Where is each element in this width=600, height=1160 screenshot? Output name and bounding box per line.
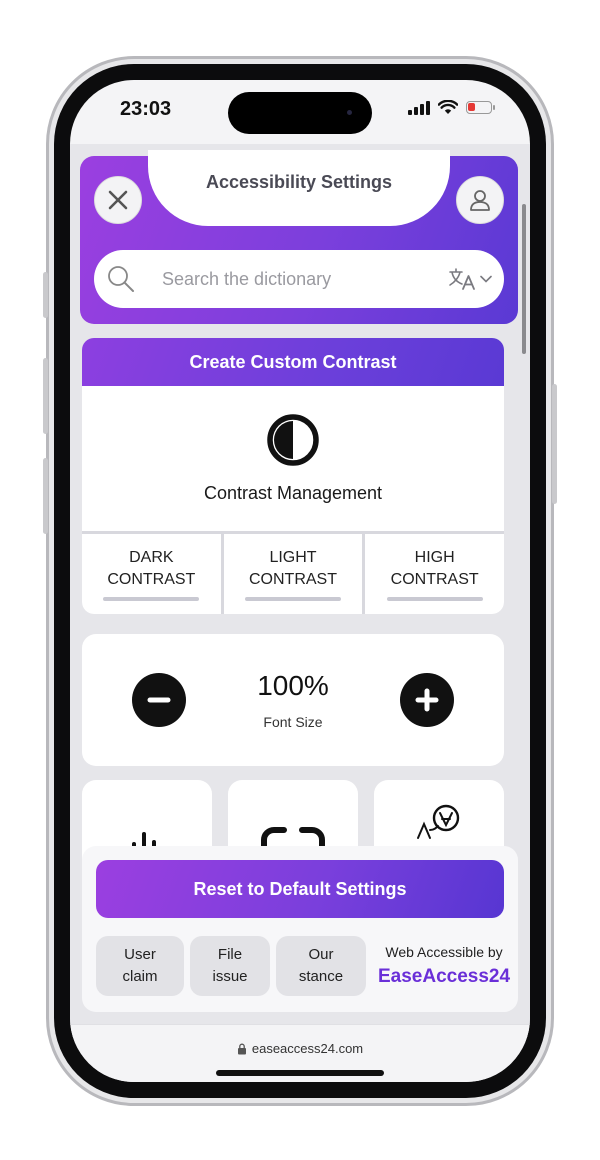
lock-icon (237, 1043, 246, 1054)
url-display: easeaccess24.com (70, 1041, 530, 1056)
high-contrast-button[interactable]: HIGH CONTRAST (365, 534, 504, 614)
create-custom-contrast-label: Create Custom Contrast (189, 351, 397, 372)
plus-icon (415, 688, 439, 712)
language-selector[interactable] (448, 267, 492, 291)
decrease-font-button[interactable] (132, 673, 186, 727)
create-custom-contrast-button[interactable]: Create Custom Contrast (82, 338, 504, 386)
file-issue-button[interactable]: File issue (190, 936, 270, 996)
our-stance-button[interactable]: Our stance (276, 936, 366, 996)
settings-header: Accessibility Settings Search the dictio… (80, 150, 518, 324)
high-contrast-label-1: HIGH (414, 549, 455, 566)
close-icon (108, 190, 128, 210)
font-size-value: 100% (257, 670, 329, 701)
header-title-tab: Accessibility Settings (148, 150, 450, 226)
dark-contrast-button[interactable]: DARK CONTRAST (82, 534, 221, 614)
footer-links: User claim File issue Our stance Web Acc… (96, 936, 510, 996)
url-text: easeaccess24.com (251, 1041, 364, 1056)
contrast-management-label: Contrast Management (203, 483, 383, 503)
increase-font-button[interactable] (400, 673, 454, 727)
volume-up-button (43, 358, 48, 434)
brand-link[interactable]: Web Accessible by EaseAccess24 (378, 944, 510, 988)
file-issue-label-2: issue (212, 968, 248, 985)
dynamic-island (228, 92, 372, 134)
font-size-card: 100% Font Size (82, 634, 504, 766)
font-size-label: Font Size (263, 714, 323, 730)
high-contrast-label-2: CONTRAST (390, 571, 479, 588)
accessibility-panel: Accessibility Settings Search the dictio… (70, 144, 530, 1024)
dark-contrast-label-1: DARK (129, 549, 174, 566)
search-bar[interactable]: Search the dictionary (94, 250, 504, 308)
camera-dot (347, 110, 352, 115)
minus-icon (147, 697, 171, 703)
our-stance-label-2: stance (298, 968, 344, 985)
wifi-icon (438, 100, 458, 114)
font-size-display: 100% Font Size (257, 670, 329, 730)
battery-level (468, 103, 475, 111)
contrast-icon (267, 414, 319, 466)
light-contrast-button[interactable]: LIGHT CONTRAST (223, 534, 363, 614)
high-contrast-indicator (386, 597, 483, 601)
power-button (552, 384, 557, 504)
file-issue-label-1: File (217, 946, 243, 963)
volume-down-button (43, 458, 48, 534)
user-claim-label-2: claim (122, 968, 158, 985)
mute-switch (43, 272, 48, 318)
dark-contrast-label-2: CONTRAST (107, 571, 196, 588)
contrast-card: Create Custom Contrast Contrast Manageme… (82, 338, 504, 618)
brand-tagline: Web Accessible by (385, 944, 503, 960)
our-stance-label-1: Our (308, 946, 334, 963)
light-contrast-label-2: CONTRAST (249, 571, 337, 588)
contrast-options: DARK CONTRAST LIGHT CONTRAST HIGH CONTRA… (82, 534, 504, 614)
user-icon (470, 190, 490, 211)
home-indicator[interactable] (216, 1070, 384, 1076)
reset-settings-label: Reset to Default Settings (193, 878, 407, 899)
scrollbar[interactable] (522, 204, 526, 354)
reset-settings-button[interactable]: Reset to Default Settings (96, 860, 504, 918)
page-title: Accessibility Settings (205, 171, 393, 192)
contrast-management[interactable]: Contrast Management (82, 386, 504, 534)
brand-name: EaseAccess24 (378, 966, 511, 987)
close-button[interactable] (94, 176, 142, 224)
phone-screen: 23:03 Accessibility Settings Search the … (70, 80, 530, 1082)
light-contrast-indicator (245, 597, 341, 601)
status-icons (408, 100, 495, 115)
user-claim-label-1: User (124, 946, 156, 963)
light-contrast-label-1: LIGHT (269, 549, 317, 566)
profile-button[interactable] (456, 176, 504, 224)
chevron-down-icon (480, 275, 492, 283)
search-icon (108, 266, 134, 292)
battery-icon (466, 101, 495, 114)
dark-contrast-indicator (103, 597, 200, 601)
search-input[interactable]: Search the dictionary (162, 269, 448, 290)
bottom-panel: Reset to Default Settings User claim Fil… (82, 846, 518, 1012)
user-claim-button[interactable]: User claim (96, 936, 184, 996)
cellular-signal-icon (408, 100, 430, 115)
status-time: 23:03 (120, 98, 172, 120)
translate-icon (449, 268, 475, 290)
